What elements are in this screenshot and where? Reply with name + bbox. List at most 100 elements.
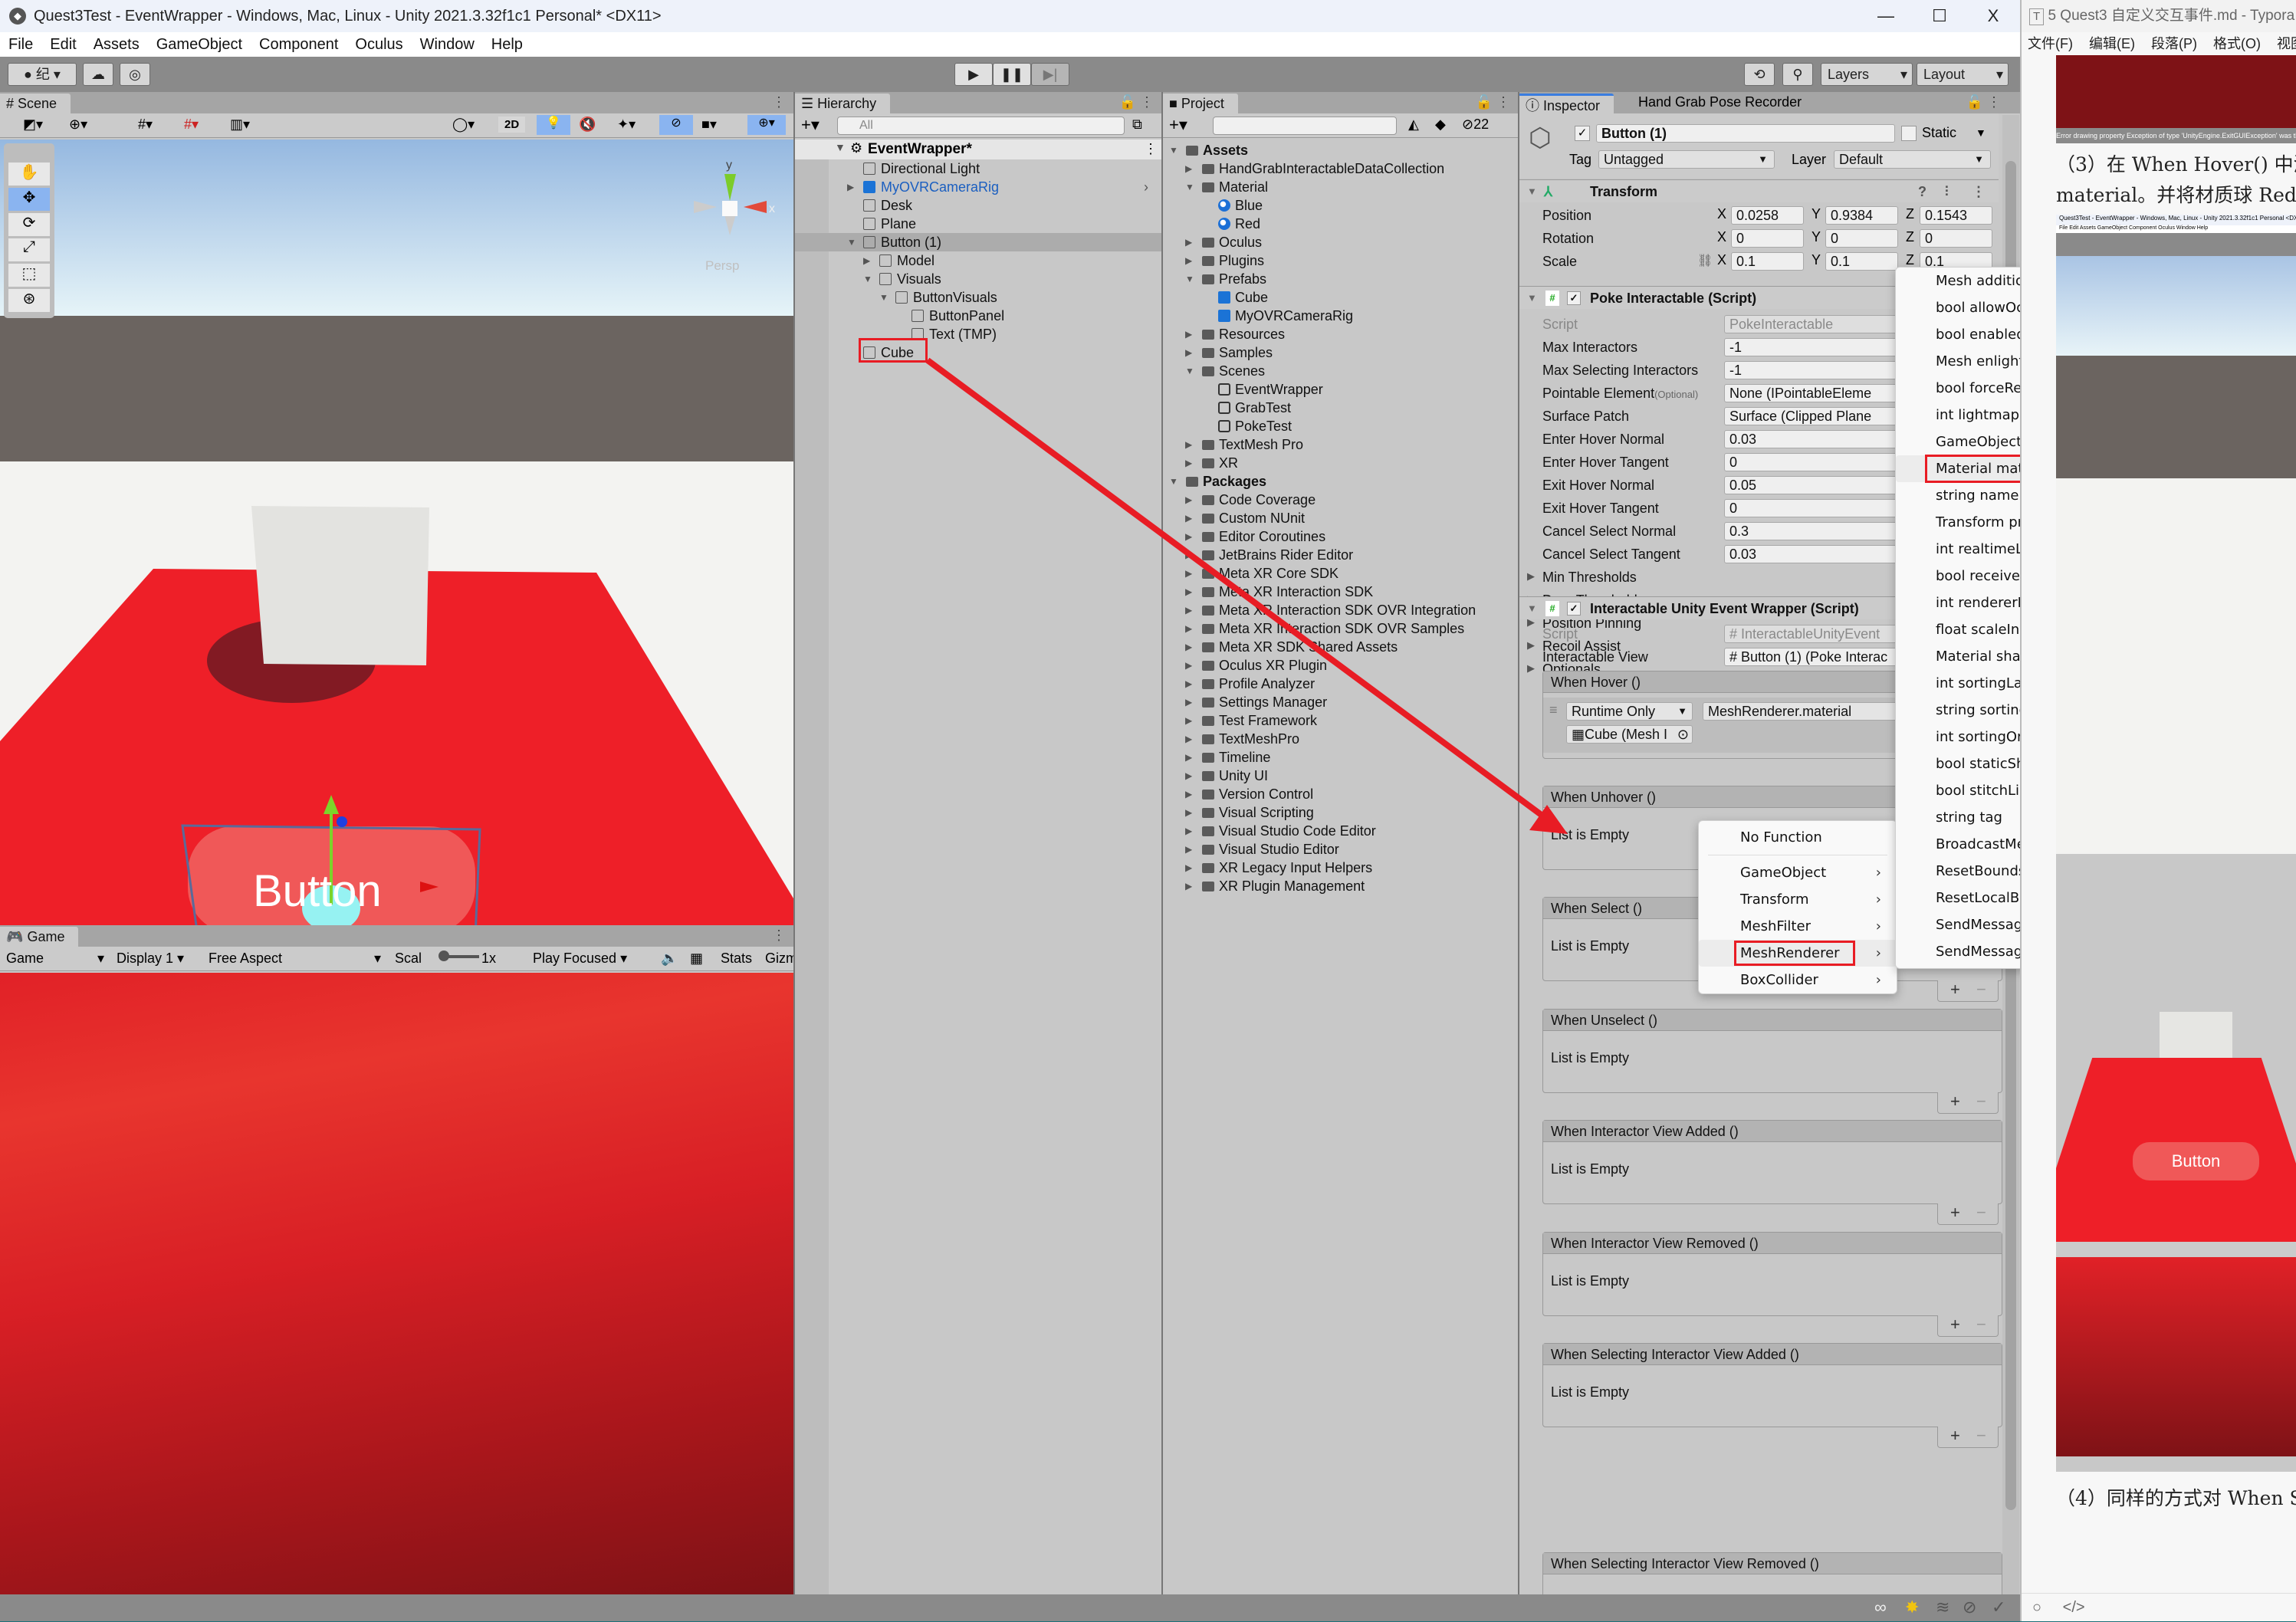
foldout-arrow-icon[interactable]: ▶: [1185, 251, 1192, 270]
foldout-arrow-icon[interactable]: ▶: [1185, 803, 1192, 822]
add-listener-button[interactable]: +: [1950, 1427, 1960, 1445]
foldout-arrow-icon[interactable]: ▶: [1185, 840, 1192, 859]
foldout-arrow-icon[interactable]: ▶: [1185, 822, 1192, 840]
gizmos-button[interactable]: Gizm: [765, 947, 797, 970]
cloud-button[interactable]: ☁: [83, 63, 113, 86]
layers-dropdown[interactable]: Layers ▾: [1821, 63, 1913, 86]
project-item[interactable]: ▶ XR Legacy Input Helpers: [1163, 859, 1518, 877]
hierarchy-item[interactable]: ▼ Visuals: [795, 270, 1161, 288]
enabled-checkbox[interactable]: ✓: [1567, 602, 1581, 616]
add-listener-button[interactable]: +: [1950, 1315, 1960, 1334]
project-item[interactable]: ▼ Material: [1163, 178, 1518, 196]
project-item[interactable]: ▶ TextMesh Pro: [1163, 435, 1518, 454]
project-item[interactable]: ▶ TextMeshPro: [1163, 730, 1518, 748]
add-listener-button[interactable]: +: [1950, 1203, 1960, 1222]
remove-listener-button[interactable]: −: [1976, 1203, 1986, 1222]
foldout-arrow-icon[interactable]: ▼: [1185, 270, 1194, 288]
project-item[interactable]: ▶ Oculus: [1163, 233, 1518, 251]
hierarchy-item[interactable]: Desk: [795, 196, 1161, 215]
hierarchy-item[interactable]: ▶ Model: [795, 251, 1161, 270]
scale-y-input[interactable]: 0.1: [1825, 252, 1898, 271]
remove-listener-button[interactable]: −: [1976, 1427, 1986, 1445]
hierarchy-item[interactable]: Plane: [795, 215, 1161, 233]
project-item[interactable]: ▼ Prefabs: [1163, 270, 1518, 288]
add-listener-button[interactable]: +: [1950, 1092, 1960, 1111]
project-item[interactable]: GrabTest: [1163, 399, 1518, 417]
foldout-arrow-icon[interactable]: ▶: [1185, 748, 1192, 767]
menu-oculus[interactable]: Oculus: [347, 36, 411, 54]
account-button[interactable]: ● 纪 ▾: [8, 63, 77, 86]
game-view-dropdown[interactable]: Game ▾: [6, 947, 104, 970]
foldout-arrow-icon[interactable]: ▶: [1185, 638, 1192, 656]
hierarchy-item[interactable]: ▶ MyOVRCameraRig ›: [795, 178, 1161, 196]
foldout-arrow-icon[interactable]: ▼: [1527, 180, 1537, 203]
filter-type-icon[interactable]: ◭: [1408, 117, 1419, 133]
hierarchy-item[interactable]: Text (TMP): [795, 325, 1161, 343]
minimize-button[interactable]: —: [1859, 0, 1913, 32]
mute-audio-icon[interactable]: 🔈: [661, 947, 678, 970]
foldout-arrow-icon[interactable]: ▶: [1185, 546, 1192, 564]
more-icon[interactable]: ⋮: [772, 928, 786, 944]
menu-help[interactable]: Help: [483, 36, 531, 54]
gizmo-center[interactable]: [722, 201, 737, 216]
project-item[interactable]: ▶ Plugins: [1163, 251, 1518, 270]
tag-dropdown[interactable]: Untagged ▼: [1598, 150, 1775, 169]
globe-icon[interactable]: ⊕▾: [69, 117, 87, 133]
menu-gameobject[interactable]: GameObject: [148, 36, 251, 54]
scene-picker-icon[interactable]: ⧉: [1132, 117, 1142, 133]
persp-label[interactable]: Persp: [705, 258, 739, 273]
foldout-arrow-icon[interactable]: ▼: [1185, 362, 1194, 380]
lock-icon[interactable]: 🔓 ⋮: [1966, 94, 2001, 110]
project-item[interactable]: ▶ XR Plugin Management: [1163, 877, 1518, 895]
foldout-arrow-icon[interactable]: ▼: [1527, 597, 1537, 620]
check-icon[interactable]: ✓: [1992, 1597, 2005, 1617]
project-item[interactable]: ▶ Meta XR Core SDK: [1163, 564, 1518, 583]
shading-icon[interactable]: ◯▾: [452, 117, 475, 133]
foldout-arrow-icon[interactable]: ▶: [1185, 785, 1192, 803]
foldout-arrow-icon[interactable]: ▶: [1185, 601, 1192, 619]
grid-icon[interactable]: #▾: [138, 117, 153, 133]
foldout-arrow-icon[interactable]: ▶: [1185, 583, 1192, 601]
audio-toggle-icon[interactable]: 🔇: [579, 117, 596, 133]
layer-dropdown[interactable]: Default ▼: [1834, 150, 1991, 169]
2d-toggle[interactable]: 2D: [498, 117, 526, 133]
hierarchy-item[interactable]: ButtonPanel: [795, 307, 1161, 325]
project-item[interactable]: ▶ Meta XR SDK Shared Assets: [1163, 638, 1518, 656]
foldout-arrow-icon[interactable]: ▶: [1185, 767, 1192, 785]
foldout-arrow-icon[interactable]: ▶: [1185, 730, 1192, 748]
create-button[interactable]: +▾: [801, 115, 820, 135]
menu-edit[interactable]: Edit: [41, 36, 84, 54]
project-search-input[interactable]: [1213, 117, 1397, 135]
project-item[interactable]: Red: [1163, 215, 1518, 233]
lock-icon[interactable]: 🔓 ⋮: [1119, 94, 1154, 110]
hierarchy-search-input[interactable]: All: [837, 117, 1125, 135]
position-x-input[interactable]: 0.0258: [1731, 206, 1804, 225]
tab-scene[interactable]: # Scene: [0, 94, 71, 113]
menu-item-meshrenderer[interactable]: MeshRenderer ›: [1699, 940, 1897, 967]
runtime-dropdown[interactable]: Runtime Only ▼: [1566, 702, 1693, 721]
project-item[interactable]: ▶ Visual Scripting: [1163, 803, 1518, 822]
object-picker-icon[interactable]: ⊙: [1677, 726, 1689, 743]
transform-header[interactable]: ▼ ⅄ Transform ? ⫶ ⋮: [1519, 179, 1999, 202]
increment-icon[interactable]: ▥▾: [230, 117, 250, 133]
position-z-input[interactable]: 0.1543: [1920, 206, 1992, 225]
chevron-right-icon[interactable]: ›: [1144, 178, 1148, 196]
help-icon[interactable]: ?: [1918, 180, 1926, 203]
project-item[interactable]: ▶ Settings Manager: [1163, 693, 1518, 711]
more-icon[interactable]: ⋮: [1144, 141, 1158, 157]
project-item[interactable]: ▶ Editor Coroutines: [1163, 527, 1518, 546]
project-item[interactable]: ▶ JetBrains Rider Editor: [1163, 546, 1518, 564]
drag-handle-icon[interactable]: ≡: [1549, 702, 1558, 718]
play-button[interactable]: ▶: [954, 63, 993, 86]
foldout-arrow-icon[interactable]: ▶: [1185, 159, 1192, 178]
scene-viewport[interactable]: Button y x Persp ✋ ✥ ⟳ ⤢ ⬚ ⊛: [0, 140, 793, 925]
gizmo-y[interactable]: [724, 174, 736, 201]
snap-icon[interactable]: #▾: [184, 117, 199, 133]
collab-status-icon[interactable]: ∞: [1874, 1597, 1887, 1617]
foldout-arrow-icon[interactable]: ▼: [879, 288, 889, 307]
collab-button[interactable]: ◎: [120, 63, 150, 86]
project-item[interactable]: ▶ Visual Studio Editor: [1163, 840, 1518, 859]
project-item[interactable]: ▶ Meta XR Interaction SDK OVR Samples: [1163, 619, 1518, 638]
rotation-x-input[interactable]: 0: [1731, 229, 1804, 248]
create-button[interactable]: +▾: [1169, 115, 1187, 135]
